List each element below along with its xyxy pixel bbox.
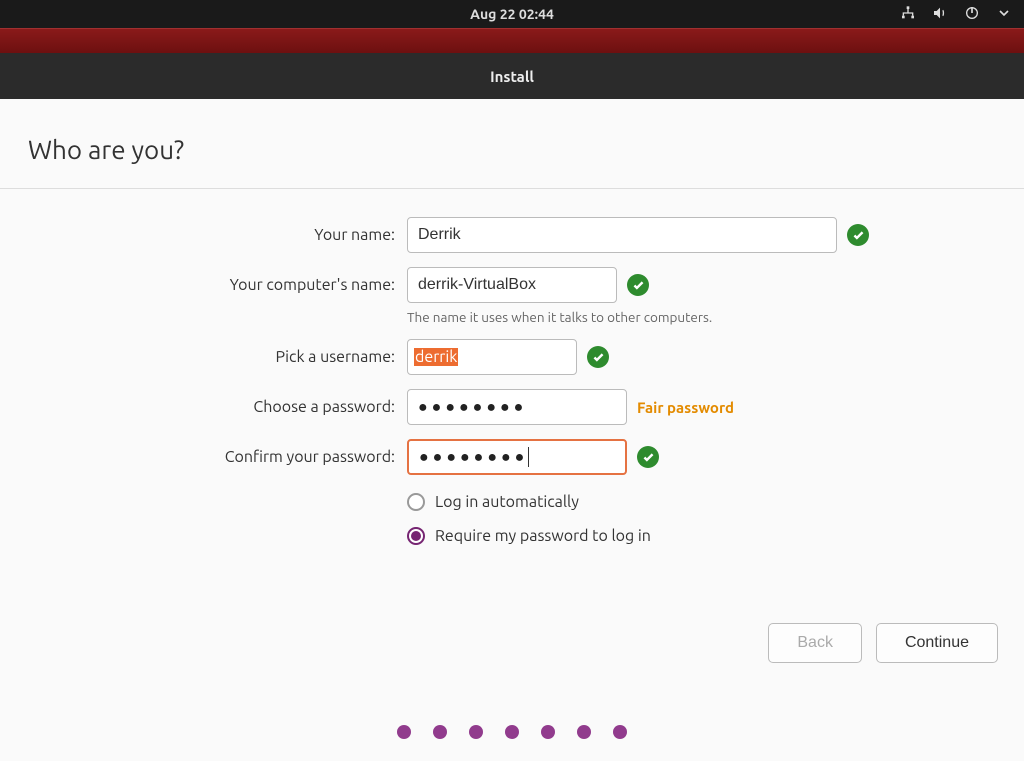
network-icon[interactable] [900,5,916,24]
system-top-bar: Aug 22 02:44 [0,0,1024,28]
installer-content: Who are you? Your name: Your computer's … [0,99,1024,761]
progress-dot [505,725,519,739]
username-value: derrik [414,348,458,366]
progress-dot [433,725,447,739]
computer-name-label: Your computer's name: [0,276,395,294]
progress-dot [469,725,483,739]
user-form: Your name: Your computer's name: The nam… [0,217,1024,545]
check-icon [587,346,609,368]
window-title: Install [490,68,534,85]
check-icon [847,224,869,246]
page-heading: Who are you? [0,99,1024,188]
power-icon[interactable] [964,5,980,24]
login-require-label: Require my password to log in [435,527,651,545]
password-label: Choose a password: [0,398,395,416]
accent-bar [0,28,1024,53]
confirm-password-input[interactable]: ●●●●●●●● [407,439,627,475]
progress-dot [541,725,555,739]
username-label: Pick a username: [0,348,395,366]
login-require-row[interactable]: Require my password to log in [407,527,1024,545]
volume-icon[interactable] [932,5,948,24]
progress-indicator [397,725,627,739]
clock[interactable]: Aug 22 02:44 [470,6,554,22]
divider [0,188,1024,189]
progress-dot [613,725,627,739]
back-button[interactable]: Back [768,623,862,663]
login-auto-label: Log in automatically [435,493,579,511]
progress-dot [577,725,591,739]
check-icon [627,274,649,296]
username-input[interactable]: derrik [407,339,577,375]
radio-checked-icon[interactable] [407,527,425,545]
window-title-bar: Install [0,53,1024,99]
check-icon [637,446,659,468]
password-input[interactable]: ●●●●●●●● [407,389,627,425]
login-auto-row[interactable]: Log in automatically [407,493,1024,511]
chevron-down-icon[interactable] [996,5,1012,24]
continue-button[interactable]: Continue [876,623,998,663]
system-tray [900,5,1012,24]
radio-unchecked-icon[interactable] [407,493,425,511]
name-input[interactable] [407,217,837,253]
name-label: Your name: [0,226,395,244]
computer-name-hint: The name it uses when it talks to other … [407,309,1024,325]
computer-name-input[interactable] [407,267,617,303]
progress-dot [397,725,411,739]
confirm-password-label: Confirm your password: [0,448,395,466]
nav-buttons: Back Continue [768,623,998,663]
password-strength: Fair password [637,399,734,416]
